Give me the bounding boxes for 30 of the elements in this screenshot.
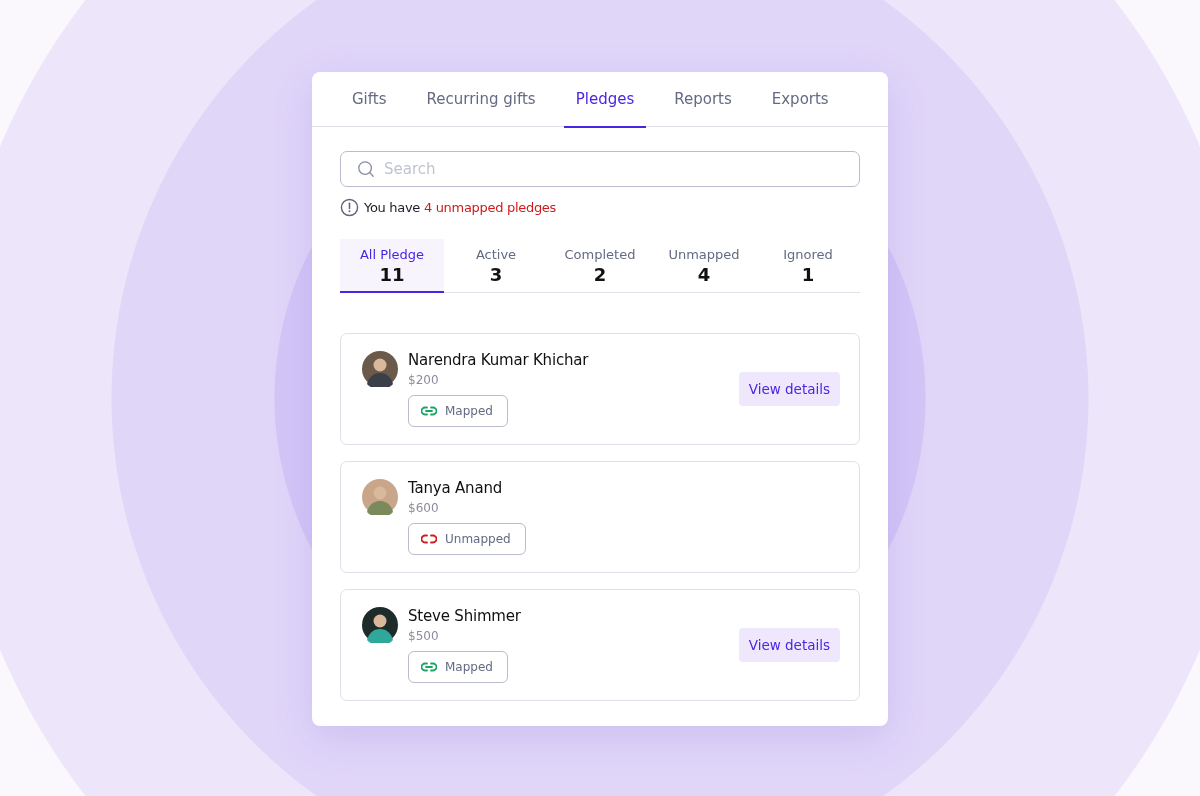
view-details-button[interactable]: View details	[738, 371, 840, 406]
avatar	[362, 351, 398, 387]
donor-name: Tanya Anand	[408, 479, 502, 497]
filter-tab[interactable]: Unmapped 4	[652, 239, 756, 293]
tab[interactable]: Pledges	[563, 72, 647, 128]
status-tag: Mapped	[408, 651, 508, 683]
tab[interactable]: Recurring gifts	[414, 72, 548, 128]
filter-tab[interactable]: All Pledge 11	[340, 239, 444, 293]
pledge-amount: $200	[408, 373, 439, 387]
status-tag: Mapped	[408, 395, 508, 427]
avatar	[362, 479, 398, 515]
filter-tab[interactable]: Ignored 1	[756, 239, 860, 293]
tab[interactable]: Reports	[662, 72, 744, 128]
info-icon	[340, 198, 359, 217]
pledge-amount: $500	[408, 629, 439, 643]
tab[interactable]: Gifts	[340, 72, 399, 128]
alert-message: You have 4 unmapped pledges	[364, 200, 556, 215]
avatar	[362, 607, 398, 643]
filter-tab[interactable]: Completed 2	[548, 239, 652, 293]
status-tag: Unmapped	[408, 523, 526, 555]
filter-tab[interactable]: Active 3	[444, 239, 548, 293]
search-field[interactable]: Search	[340, 151, 860, 187]
broken-link-icon	[421, 534, 437, 544]
donor-name: Steve Shimmer	[408, 607, 521, 625]
donor-name: Narendra Kumar Khichar	[408, 351, 589, 369]
pledge-amount: $600	[408, 501, 439, 515]
tab[interactable]: Exports	[759, 72, 841, 128]
view-details-button[interactable]: View details	[738, 627, 840, 662]
link-icon	[421, 406, 437, 416]
link-icon	[421, 662, 437, 672]
